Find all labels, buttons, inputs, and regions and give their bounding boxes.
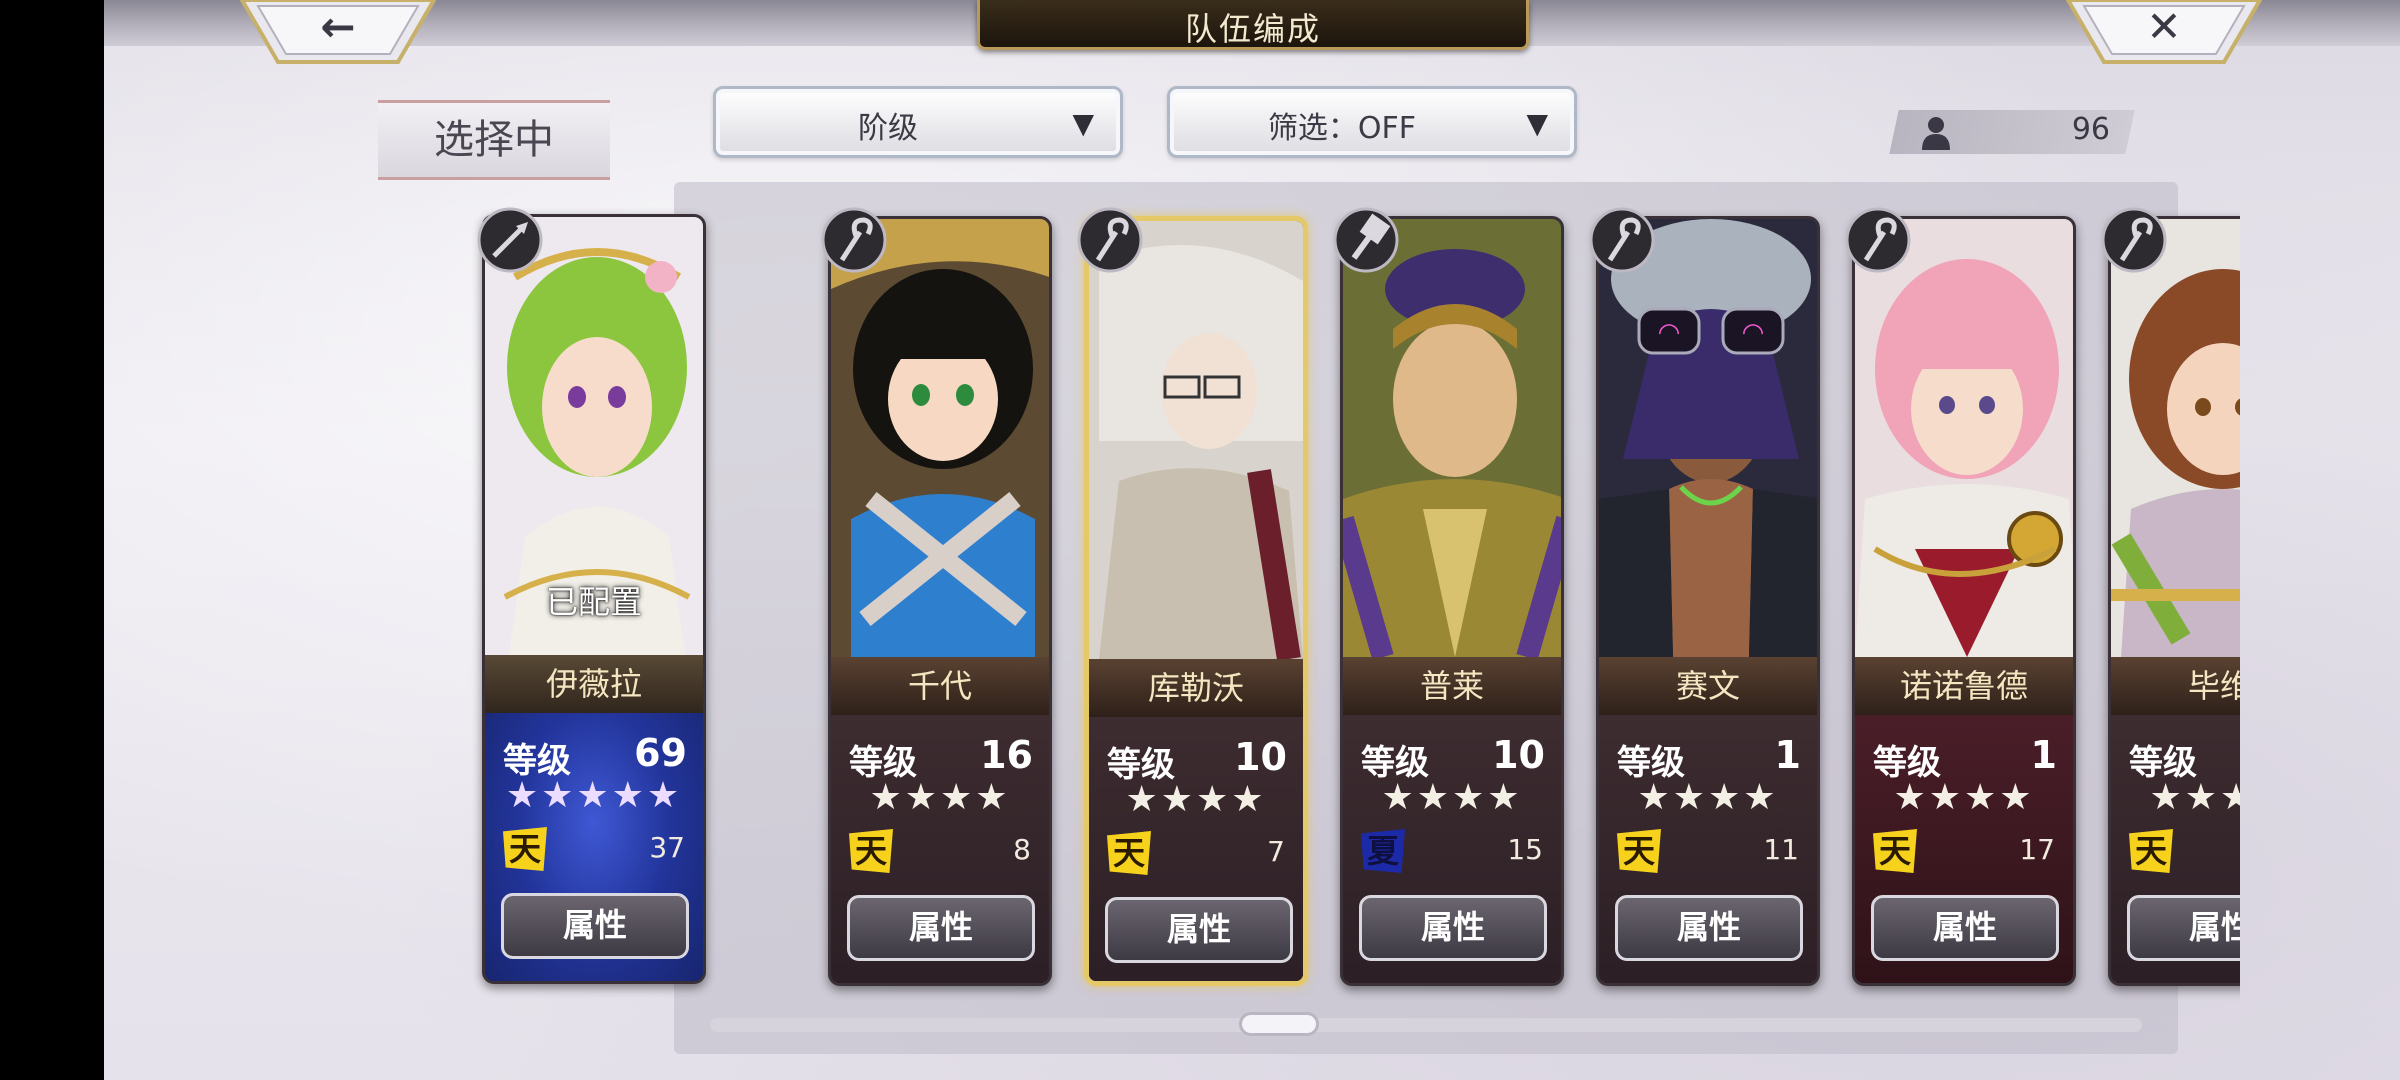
unit-stats: 等级 10 ★★★★ 天 7 属性	[1089, 717, 1303, 981]
rarity-stars: ★★★★	[1637, 777, 1779, 818]
unit-card[interactable]: ◠ ◠ 赛文 等级 1 ★★★★ 天 11 属性	[1596, 216, 1820, 986]
unit-portrait	[1089, 221, 1303, 659]
filter-label: 筛选：OFF	[1267, 111, 1417, 146]
rarity-stars: ★★★★	[1125, 779, 1267, 820]
summer-badge-icon: 夏	[1361, 829, 1405, 873]
unit-name: 库勒沃	[1089, 659, 1303, 717]
sky-badge-icon: 天	[849, 829, 893, 873]
badge-count: 17	[2019, 833, 2055, 866]
person-icon	[1922, 117, 1950, 150]
unit-card[interactable]: 普莱 等级 10 ★★★★ 夏 15 属性	[1340, 216, 1564, 986]
unit-stats: 等级 ★★★★ 天 属性	[2111, 715, 2240, 983]
attribute-button[interactable]: 属性	[501, 893, 689, 959]
unit-name: 诺诺鲁德	[1855, 657, 2073, 715]
page-title: 队伍编成	[1184, 10, 1321, 48]
screen: ← 队伍编成 ✕ 选择中 阶级 ▼ 筛选：OFF ▼ 96 已配置 伊薇拉 等级…	[0, 0, 2400, 1080]
badge-char: 天	[854, 832, 887, 870]
unit-card[interactable]: 千代 等级 16 ★★★★ 天 8 属性	[828, 216, 1052, 986]
unit-stats: 等级 69 ★★★★★ 天 37 属性	[485, 713, 703, 981]
close-x-icon: ✕	[2146, 2, 2182, 51]
rarity-stars: ★★★★	[869, 777, 1011, 818]
level-value: 10	[1492, 733, 1545, 777]
level-value: 16	[980, 733, 1033, 777]
unit-card[interactable]: 诺诺鲁德 等级 1 ★★★★ 天 17 属性	[1852, 216, 2076, 986]
attribute-button[interactable]: 属性	[2127, 895, 2240, 961]
staff-icon	[1845, 207, 1911, 273]
staff-icon	[1589, 207, 1655, 273]
sky-badge-icon: 天	[1873, 829, 1917, 873]
unit-card[interactable]: 毕维 等级 ★★★★ 天 属性	[2108, 216, 2240, 986]
rank-sort-dropdown[interactable]: 阶级 ▼	[713, 86, 1123, 158]
unit-portrait	[2111, 219, 2240, 657]
rarity-stars: ★★★★	[2149, 777, 2240, 818]
badge-count: 8	[1013, 833, 1031, 866]
attribute-button[interactable]: 属性	[1871, 895, 2059, 961]
selected-unit-card[interactable]: 已配置 伊薇拉 等级 69 ★★★★★ 天 37 属性	[482, 214, 706, 984]
attribute-button[interactable]: 属性	[1615, 895, 1803, 961]
back-button[interactable]: ←	[238, 0, 438, 66]
sky-badge-icon: 天	[503, 827, 547, 871]
unit-count-value: 96	[2071, 112, 2110, 147]
badge-char: 天	[2134, 832, 2167, 870]
sky-badge-icon: 天	[1617, 829, 1661, 873]
roster-scrollbar-thumb[interactable]	[1239, 1012, 1319, 1036]
rank-sort-label: 阶级	[858, 111, 918, 146]
team-formation-stage: ← 队伍编成 ✕ 选择中 阶级 ▼ 筛选：OFF ▼ 96 已配置 伊薇拉 等级…	[104, 0, 2400, 1080]
attribute-button[interactable]: 属性	[847, 895, 1035, 961]
unit-portrait	[1343, 219, 1561, 657]
staff-icon	[1077, 207, 1143, 273]
unit-name: 赛文	[1599, 657, 1817, 715]
svg-text:◠: ◠	[1742, 318, 1765, 348]
badge-char: 天	[1622, 832, 1655, 870]
sky-badge-icon: 天	[2129, 829, 2173, 873]
unit-card[interactable]: 库勒沃 等级 10 ★★★★ 天 7 属性	[1084, 216, 1308, 986]
unit-portrait	[1855, 219, 2073, 657]
unit-portrait	[831, 219, 1049, 657]
unit-name: 毕维	[2111, 657, 2240, 715]
svg-text:◠: ◠	[1658, 318, 1681, 348]
spear-icon	[477, 207, 543, 273]
badge-count: 37	[649, 831, 685, 864]
unit-portrait: ◠ ◠	[1599, 219, 1817, 657]
arrow-left-icon: ←	[320, 2, 356, 51]
title-plate: 队伍编成	[977, 0, 1529, 50]
badge-char: 天	[1112, 834, 1145, 872]
unit-stats: 等级 10 ★★★★ 夏 15 属性	[1343, 715, 1561, 983]
level-value: 1	[2030, 733, 2057, 777]
roster-scrollbar-track[interactable]	[710, 1018, 2142, 1032]
badge-count: 11	[1763, 833, 1799, 866]
unit-stats: 等级 16 ★★★★ 天 8 属性	[831, 715, 1049, 983]
unit-stats: 等级 1 ★★★★ 天 11 属性	[1599, 715, 1817, 983]
chevron-down-icon: ▼	[1526, 107, 1548, 140]
unit-name: 千代	[831, 657, 1049, 715]
unit-name: 伊薇拉	[485, 655, 703, 713]
badge-count: 7	[1267, 835, 1285, 868]
level-value: 69	[634, 731, 687, 775]
hammer-icon	[1333, 207, 1399, 273]
staff-icon	[2101, 207, 2167, 273]
close-button[interactable]: ✕	[2064, 0, 2264, 66]
selecting-label: 选择中	[378, 100, 610, 180]
attribute-button[interactable]: 属性	[1359, 895, 1547, 961]
badge-char: 夏	[1366, 832, 1399, 870]
rarity-stars: ★★★★	[1381, 777, 1523, 818]
attribute-button[interactable]: 属性	[1105, 897, 1293, 963]
unit-stats: 等级 1 ★★★★ 天 17 属性	[1855, 715, 2073, 983]
sky-badge-icon: 天	[1107, 831, 1151, 875]
unit-name: 普莱	[1343, 657, 1561, 715]
rarity-stars: ★★★★	[1893, 777, 2035, 818]
roster-card-list[interactable]: 千代 等级 16 ★★★★ 天 8 属性 库勒沃 等级 10 ★★★★ 天 7 …	[804, 200, 2240, 1010]
level-value: 1	[1774, 733, 1801, 777]
filter-dropdown[interactable]: 筛选：OFF ▼	[1167, 86, 1577, 158]
rarity-stars: ★★★★★	[505, 775, 683, 816]
badge-count: 15	[1507, 833, 1543, 866]
placed-label: 已配置	[545, 583, 642, 621]
level-value: 10	[1234, 735, 1287, 779]
staff-icon	[821, 207, 887, 273]
badge-char: 天	[1878, 832, 1911, 870]
chevron-down-icon: ▼	[1072, 107, 1094, 140]
badge-char: 天	[508, 830, 541, 868]
